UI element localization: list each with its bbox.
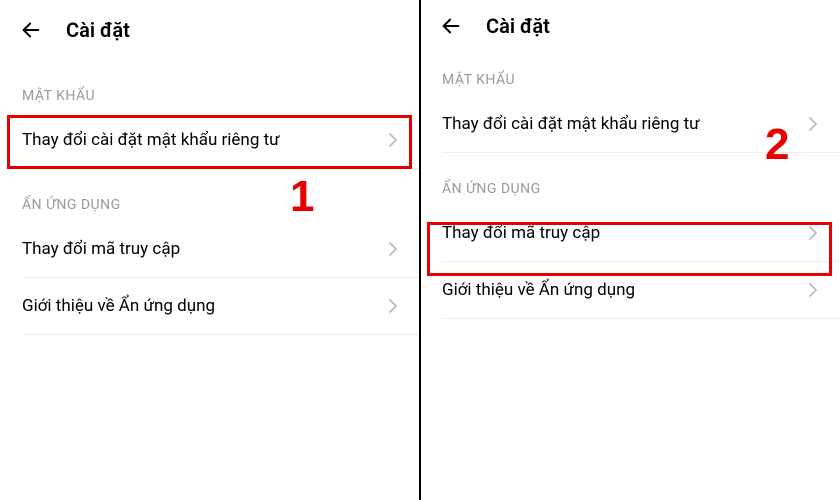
page-title: Cài đặt <box>66 18 130 42</box>
chevron-right-icon <box>808 225 818 241</box>
chevron-right-icon <box>808 282 818 298</box>
chevron-right-icon <box>388 298 398 314</box>
section-header-hide-app: ẨN ỨNG DỤNG <box>0 169 420 221</box>
change-access-code-item[interactable]: Thay đổi mã truy cập <box>0 221 420 277</box>
chevron-right-icon <box>808 116 818 132</box>
divider <box>22 334 420 335</box>
panel-divider <box>419 0 421 500</box>
step-number-annotation: 1 <box>290 172 314 222</box>
back-arrow-icon <box>440 15 462 37</box>
back-button[interactable] <box>20 19 42 41</box>
back-arrow-icon <box>20 19 42 41</box>
change-private-password-item[interactable]: Thay đổi cài đặt mật khẩu riêng tư <box>0 112 420 168</box>
chevron-right-icon <box>388 241 398 257</box>
change-access-code-item[interactable]: Thay đổi mã truy cập <box>420 205 840 261</box>
list-item-label: Giới thiệu về Ẩn ứng dụng <box>22 296 215 316</box>
section-header-password: MẬT KHẨU <box>0 60 420 112</box>
header-bar: Cài đặt <box>420 0 840 52</box>
list-item-label: Thay đổi mã truy cập <box>22 239 180 259</box>
list-item-label: Thay đổi cài đặt mật khẩu riêng tư <box>442 114 700 134</box>
list-item-label: Thay đổi cài đặt mật khẩu riêng tư <box>22 130 280 150</box>
step-number-annotation: 2 <box>765 120 789 170</box>
list-item-label: Giới thiệu về Ẩn ứng dụng <box>442 280 635 300</box>
about-hide-app-item[interactable]: Giới thiệu về Ẩn ứng dụng <box>420 262 840 318</box>
about-hide-app-item[interactable]: Giới thiệu về Ẩn ứng dụng <box>0 278 420 334</box>
settings-panel-right: Cài đặt MẬT KHẨU Thay đổi cài đặt mật kh… <box>420 0 840 500</box>
list-item-label: Thay đổi mã truy cập <box>442 223 600 243</box>
divider <box>442 318 840 319</box>
settings-panel-left: Cài đặt MẬT KHẨU Thay đổi cài đặt mật kh… <box>0 0 420 500</box>
back-button[interactable] <box>440 15 462 37</box>
chevron-right-icon <box>388 132 398 148</box>
header-bar: Cài đặt <box>0 0 420 60</box>
section-header-password: MẬT KHẨU <box>420 52 840 96</box>
page-title: Cài đặt <box>486 14 550 38</box>
